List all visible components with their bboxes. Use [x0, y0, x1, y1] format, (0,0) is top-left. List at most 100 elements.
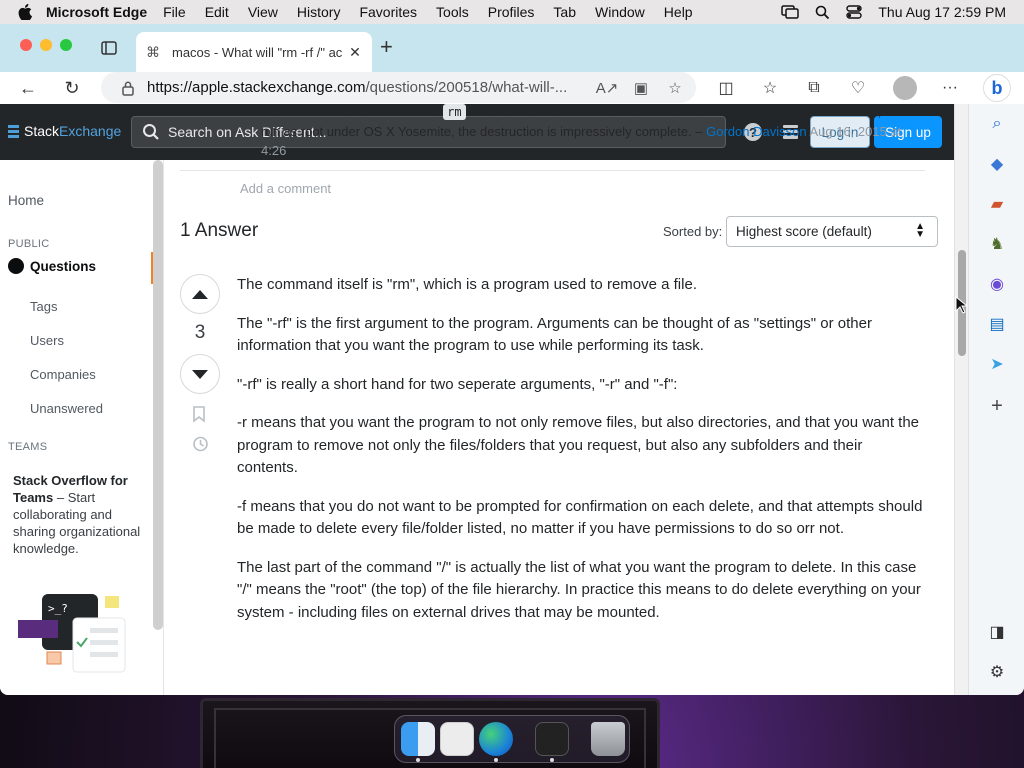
sidebar-drop-icon[interactable]: ➤	[987, 354, 1007, 374]
tab-title: macos - What will "rm -rf /" ac	[172, 44, 343, 60]
nav-section-teams: TEAMS	[8, 441, 48, 453]
menu-file[interactable]: File	[163, 4, 186, 20]
stackexchange-icon: ⌘	[146, 44, 160, 60]
menu-favorites[interactable]: Favorites	[359, 4, 417, 20]
close-window-button[interactable]	[20, 39, 32, 51]
url-path: /questions/200518/what-will-...	[365, 79, 568, 96]
lock-icon[interactable]	[121, 80, 135, 96]
nav-users[interactable]: Users	[30, 333, 64, 348]
globe-icon	[8, 258, 24, 274]
sidebar-shopping-icon[interactable]: ◆	[987, 154, 1007, 174]
comment-user-link[interactable]: Gordon Davisson	[706, 124, 806, 139]
more-options-icon[interactable]: ···	[940, 78, 960, 98]
spotlight-search-icon[interactable]	[815, 5, 830, 20]
nav-companies[interactable]: Companies	[30, 367, 96, 382]
sidebar-scrollbar[interactable]	[153, 160, 163, 630]
upvote-button[interactable]	[180, 274, 220, 314]
url-host: https://apple.stackexchange.com	[147, 79, 366, 96]
edge-running-dot	[494, 758, 498, 762]
trash-icon[interactable]	[591, 722, 625, 756]
free-badge: Free	[26, 582, 46, 594]
menu-tab[interactable]: Tab	[553, 4, 576, 20]
sidebar-games-icon[interactable]: ♞	[987, 234, 1007, 254]
profile-avatar[interactable]	[893, 76, 917, 100]
search-icon	[143, 124, 159, 140]
app-available-icon[interactable]: ▣	[628, 79, 654, 97]
apple-icon[interactable]	[18, 4, 32, 20]
active-tab[interactable]: ⌘ macos - What will "rm -rf /" ac ✕	[136, 32, 372, 72]
sidebar-search-icon[interactable]: ⌕	[987, 114, 1007, 134]
nav-questions[interactable]: Questions	[8, 258, 96, 274]
sidebar-tools-icon[interactable]: ▰	[987, 194, 1007, 214]
svg-text:>_?: >_?	[48, 602, 68, 615]
stackexchange-logo[interactable]: Stack Exchange	[8, 123, 121, 139]
mouse-cursor-icon	[955, 296, 967, 314]
nav-unanswered[interactable]: Unanswered	[30, 401, 103, 416]
copilot-bing-icon[interactable]: b	[983, 74, 1011, 102]
downvote-arrow-icon	[192, 369, 208, 379]
menu-help[interactable]: Help	[664, 4, 693, 20]
menu-history[interactable]: History	[297, 4, 341, 20]
question-comment: was at least one version where rm failed…	[261, 104, 921, 160]
answer-body: The command itself is "rm", which is a p…	[237, 274, 927, 640]
downvote-button[interactable]	[180, 354, 220, 394]
browser-toolbar: ← ↻ https://apple.stackexchange.com/ques…	[0, 72, 1024, 104]
menu-window[interactable]: Window	[595, 4, 645, 20]
stackexchange-logo-icon	[8, 124, 19, 138]
nav-tags[interactable]: Tags	[30, 299, 57, 314]
page-scrollbar[interactable]	[954, 104, 968, 695]
logo-prefix: Stack	[24, 123, 60, 139]
nav-home[interactable]: Home	[8, 193, 44, 208]
answer-paragraph: The command itself is "rm", which is a p…	[237, 276, 697, 293]
close-tab-icon[interactable]: ✕	[348, 44, 362, 61]
bookmark-icon[interactable]	[192, 406, 206, 423]
minimize-window-button[interactable]	[40, 39, 52, 51]
collections-icon[interactable]: ⧉	[804, 78, 824, 98]
teams-promo[interactable]: Stack Overflow for Teams – Start collabo…	[13, 472, 143, 557]
edge-sidebar: ⌕ ◆ ▰ ♞ ◉ ▤ ➤ + ◨ ⚙	[968, 104, 1024, 695]
terminal-running-dot	[550, 758, 554, 762]
zoom-window-button[interactable]	[60, 39, 72, 51]
answer-paragraph: "-rf" is really a short hand for two sep…	[237, 375, 678, 393]
answers-heading: 1 Answer	[180, 220, 259, 241]
menu-tools[interactable]: Tools	[436, 4, 469, 20]
url-text[interactable]: https://apple.stackexchange.com/question…	[147, 79, 594, 96]
menu-clock[interactable]: Thu Aug 17 2:59 PM	[878, 4, 1006, 20]
nav-section-public: PUBLIC	[8, 238, 50, 250]
sidebar-add-icon[interactable]: +	[987, 395, 1007, 417]
edge-icon[interactable]	[479, 722, 513, 756]
sidebar-settings-gear-icon[interactable]: ⚙	[987, 662, 1007, 682]
menu-bar: Microsoft Edge File Edit View History Fa…	[0, 0, 1024, 24]
read-aloud-icon[interactable]: A↗	[594, 79, 620, 97]
finder-icon[interactable]	[401, 722, 435, 756]
browser-essentials-icon[interactable]: ♡	[848, 78, 868, 98]
control-center-icon[interactable]	[846, 5, 863, 19]
sidebar-outlook-icon[interactable]: ▤	[987, 314, 1007, 334]
screen-mirroring-icon[interactable]	[781, 5, 800, 19]
favorites-icon[interactable]: ☆	[760, 78, 780, 98]
launchpad-icon[interactable]	[440, 722, 474, 756]
refresh-icon[interactable]: ↻	[60, 76, 84, 100]
select-arrows-icon: ▲ ▼	[915, 221, 925, 240]
answer-paragraph: The last part of the command "/" is actu…	[237, 558, 921, 621]
answer-paragraph: -r means that you want the program to no…	[237, 414, 920, 476]
menu-edit[interactable]: Edit	[205, 4, 229, 20]
sidebar-microsoft365-icon[interactable]: ◉	[987, 274, 1007, 294]
split-screen-icon[interactable]: ◫	[716, 78, 736, 98]
favorite-star-icon[interactable]: ☆	[662, 79, 688, 97]
terminal-icon[interactable]	[535, 722, 569, 756]
add-comment-link[interactable]: Add a comment	[240, 181, 331, 196]
upvote-arrow-icon	[192, 289, 208, 299]
history-icon[interactable]	[191, 435, 209, 453]
sidebar-hide-icon[interactable]: ◨	[987, 622, 1007, 642]
address-bar[interactable]: https://apple.stackexchange.com/question…	[101, 72, 696, 103]
teams-illustration: >_?	[18, 594, 126, 673]
menu-view[interactable]: View	[248, 4, 278, 20]
menu-profiles[interactable]: Profiles	[488, 4, 535, 20]
back-arrow-icon[interactable]: ←	[16, 76, 40, 100]
menu-app-name[interactable]: Microsoft Edge	[46, 4, 147, 20]
logo-suffix: Exchange	[59, 123, 122, 139]
new-tab-icon[interactable]: +	[380, 36, 393, 58]
tab-actions-icon[interactable]	[100, 39, 118, 57]
sort-select[interactable]: Highest score (default) ▲ ▼	[726, 216, 938, 247]
